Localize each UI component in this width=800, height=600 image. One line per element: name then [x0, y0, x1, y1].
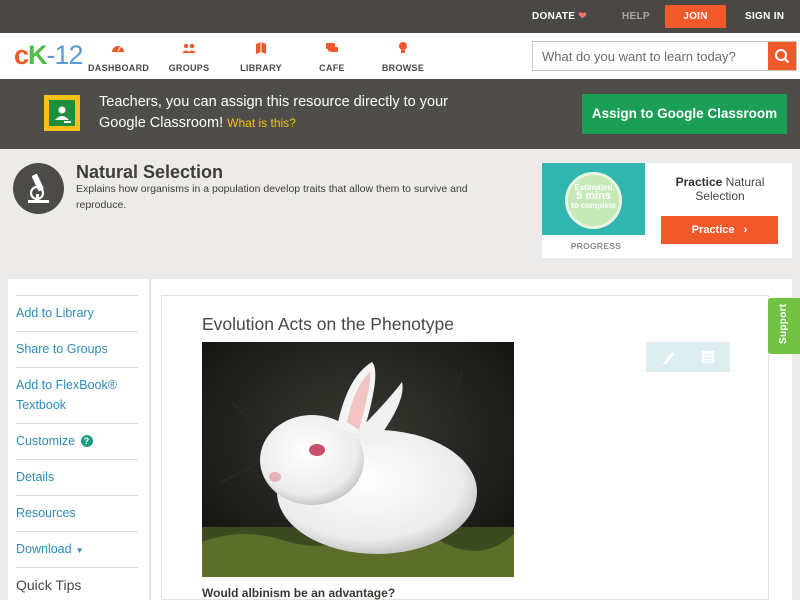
notes-icon[interactable]: [699, 348, 717, 366]
search-icon: [775, 49, 790, 64]
practice-button[interactable]: Practice ›: [661, 216, 778, 244]
top-utility-bar: DONATE ❤ HELP JOIN SIGN IN: [0, 0, 800, 33]
search-input[interactable]: [533, 42, 769, 70]
dashboard-gauge-icon: [112, 46, 124, 52]
assign-google-classroom-button[interactable]: Assign to Google Classroom: [582, 94, 787, 134]
cafe-chat-icon: [326, 43, 338, 52]
signin-link[interactable]: SIGN IN: [745, 11, 784, 22]
practice-title-bold: Practice: [675, 175, 723, 189]
support-label: Support: [778, 303, 789, 344]
groups-people-icon: [182, 43, 196, 53]
concept-title: Natural Selection: [76, 162, 224, 182]
google-classroom-icon: [44, 95, 80, 131]
concept-description: Explains how organisms in a population d…: [76, 183, 468, 211]
browse-lightbulb-icon: [399, 42, 407, 53]
library-book-icon: [256, 42, 266, 54]
nav-groups[interactable]: GROUPS: [167, 41, 211, 76]
google-classroom-banner: Teachers, you can assign this resource d…: [0, 79, 800, 149]
annotation-tools: [646, 342, 730, 372]
article-title: Evolution Acts on the Phenotype: [202, 314, 454, 334]
microscope-icon: [13, 163, 64, 214]
practice-card: Estimated 5 mins to complete PROGRESS Pr…: [542, 163, 792, 258]
nav-dashboard[interactable]: DASHBOARD: [88, 41, 150, 76]
share-to-groups-label: Share to Groups: [16, 342, 108, 356]
logo-k: K: [28, 40, 47, 70]
resources-link[interactable]: Resources: [16, 495, 138, 523]
main-navbar: cK-12 DASHBOARD GROUPS LIBRARY CAFE BROW…: [0, 33, 800, 79]
logo-rest: -12: [46, 40, 84, 70]
customize-link[interactable]: Customize ?: [16, 423, 138, 451]
resources-label: Resources: [16, 506, 76, 520]
details-label: Details: [16, 470, 55, 484]
nav-library-label: LIBRARY: [240, 63, 282, 73]
nav-browse[interactable]: BROWSE: [381, 41, 425, 76]
join-button[interactable]: JOIN: [665, 5, 726, 28]
share-to-groups-link[interactable]: Share to Groups: [16, 331, 138, 359]
article-question: Would albinism be an advantage?: [202, 586, 396, 600]
support-tab[interactable]: Support: [768, 298, 800, 354]
estimate-line2: 5 mins: [576, 190, 611, 202]
albino-rabbit-image: [202, 342, 514, 577]
search-box: [532, 41, 797, 71]
heart-icon: ❤: [578, 11, 587, 22]
customize-label: Customize: [16, 434, 76, 448]
pencil-icon[interactable]: [660, 348, 678, 366]
details-link[interactable]: Details: [16, 459, 138, 487]
download-link[interactable]: Download ▼: [16, 531, 138, 561]
help-badge-icon[interactable]: ?: [80, 435, 93, 447]
add-to-library-label: Add to Library: [16, 306, 94, 320]
banner-message: Teachers, you can assign this resource d…: [99, 92, 459, 134]
nav-library[interactable]: LIBRARY: [239, 41, 283, 76]
donate-link[interactable]: DONATE ❤: [532, 11, 587, 22]
nav-browse-label: BROWSE: [381, 63, 425, 73]
help-link[interactable]: HELP: [622, 11, 650, 22]
donate-label: DONATE: [532, 11, 576, 22]
resource-sidebar: Add to Library Share to Groups Add to Fl…: [8, 279, 151, 600]
search-button[interactable]: [768, 42, 796, 70]
estimate-text: Estimated 5 mins to complete: [565, 183, 622, 210]
practice-button-label: Practice: [691, 224, 735, 236]
nav-groups-label: GROUPS: [168, 63, 210, 73]
add-to-flexbook-label: Add to FlexBook® Textbook: [16, 378, 117, 412]
logo-c: c: [14, 40, 29, 70]
caret-down-icon: ▼: [75, 546, 84, 555]
chevron-right-icon: ›: [743, 224, 748, 236]
ck12-logo[interactable]: cK-12: [14, 40, 84, 71]
add-to-library-link[interactable]: Add to Library: [16, 295, 138, 323]
nav-dashboard-label: DASHBOARD: [88, 63, 150, 73]
quick-tips-heading: Quick Tips: [16, 567, 138, 595]
nav-cafe-label: CAFE: [319, 63, 345, 73]
what-is-this-link[interactable]: What is this?: [227, 116, 296, 130]
practice-title: Practice Natural Selection: [660, 175, 780, 203]
estimate-line3: to complete: [571, 201, 616, 210]
download-label: Download: [16, 542, 72, 556]
practice-illustration: Estimated 5 mins to complete: [542, 163, 645, 235]
nav-cafe[interactable]: CAFE: [316, 41, 348, 76]
add-to-flexbook-link[interactable]: Add to FlexBook® Textbook: [16, 367, 138, 415]
progress-label: PROGRESS: [570, 241, 622, 251]
